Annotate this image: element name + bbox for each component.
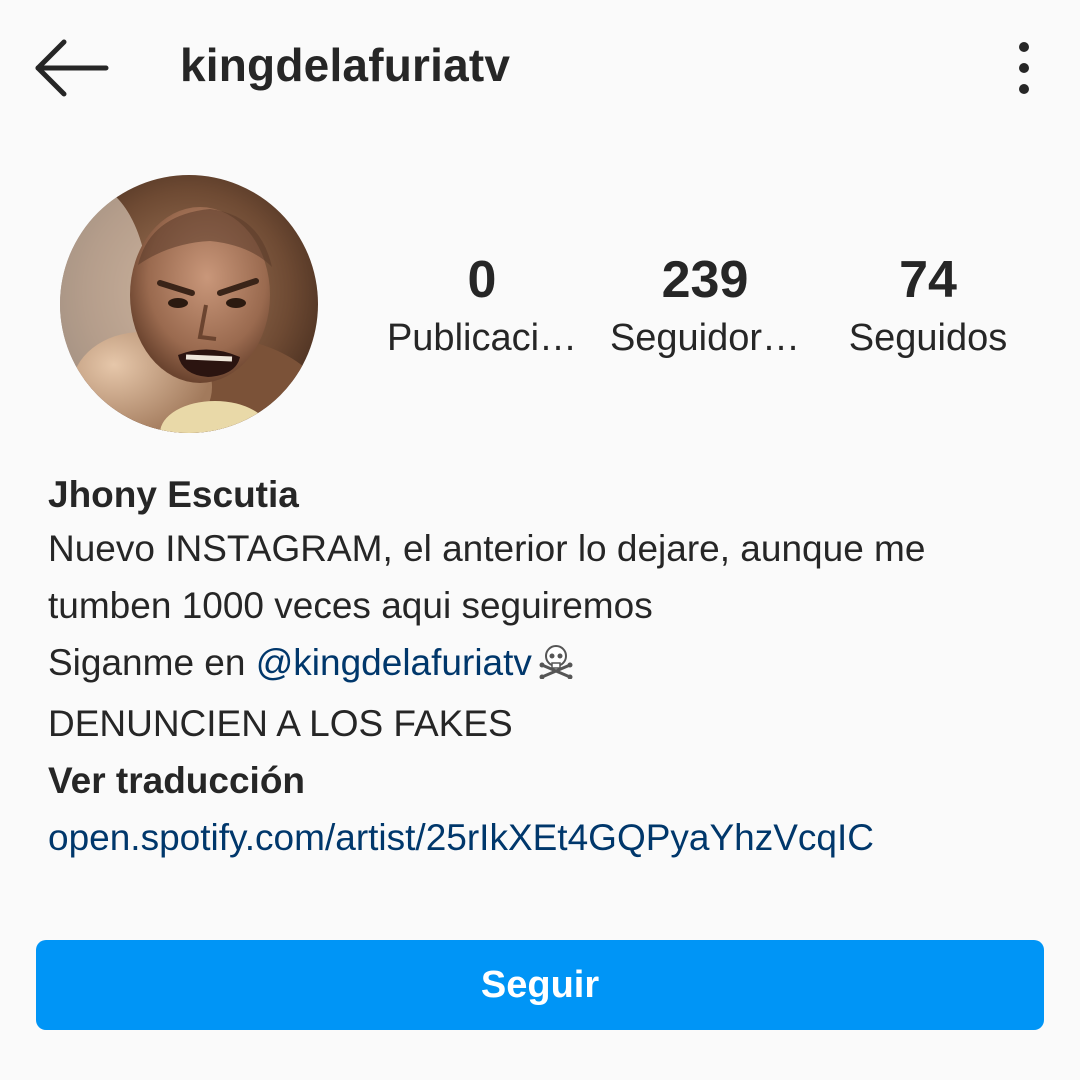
skull-crossbones-icon xyxy=(538,638,574,695)
bio-line-2: tumben 1000 veces aqui seguiremos xyxy=(48,585,653,626)
posts-label: Publicaci… xyxy=(386,317,578,359)
bio-line-3: Siganme en @kingdelafuriatv xyxy=(48,634,1048,695)
bio-line-1: Nuevo INSTAGRAM, el anterior lo dejare, … xyxy=(48,528,926,569)
posts-value: 0 xyxy=(467,251,497,309)
following-value: 74 xyxy=(899,251,957,309)
following-count[interactable]: 74 Seguidos xyxy=(830,248,1026,364)
display-name: Jhony Escutia xyxy=(48,474,299,515)
bio-line-4: DENUNCIEN A LOS FAKES xyxy=(48,703,513,744)
follow-button[interactable]: Seguir xyxy=(36,940,1044,1030)
website-link[interactable]: open.spotify.com/artist/25rIkXEt4GQPyaYh… xyxy=(48,809,1048,866)
bio-follow-prefix: Siganme en xyxy=(48,642,256,683)
page-title: kingdelafuriatv xyxy=(180,39,511,91)
followers-value: 239 xyxy=(661,251,749,309)
back-button[interactable] xyxy=(30,36,110,100)
bio-section: Jhony Escutia Nuevo INSTAGRAM, el anteri… xyxy=(48,470,1048,866)
avatar[interactable] xyxy=(60,175,318,433)
top-bar: kingdelafuriatv xyxy=(0,0,1080,140)
vertical-dots-icon xyxy=(1019,42,1029,94)
profile-photo xyxy=(60,175,318,433)
arrow-left-icon xyxy=(35,39,109,97)
profile-page: kingdelafuriatv 0 Publicaci… 239 Seguido… xyxy=(0,0,1080,1080)
mention-link[interactable]: @kingdelafuriatv xyxy=(256,642,532,683)
followers-label: Seguidor… xyxy=(609,317,801,359)
posts-count[interactable]: 0 Publicaci… xyxy=(380,248,584,364)
more-options-button[interactable] xyxy=(1004,36,1044,100)
see-translation-link[interactable]: Ver traducción xyxy=(48,752,1048,809)
following-label: Seguidos xyxy=(848,317,1008,359)
followers-count[interactable]: 239 Seguidor… xyxy=(606,248,804,364)
